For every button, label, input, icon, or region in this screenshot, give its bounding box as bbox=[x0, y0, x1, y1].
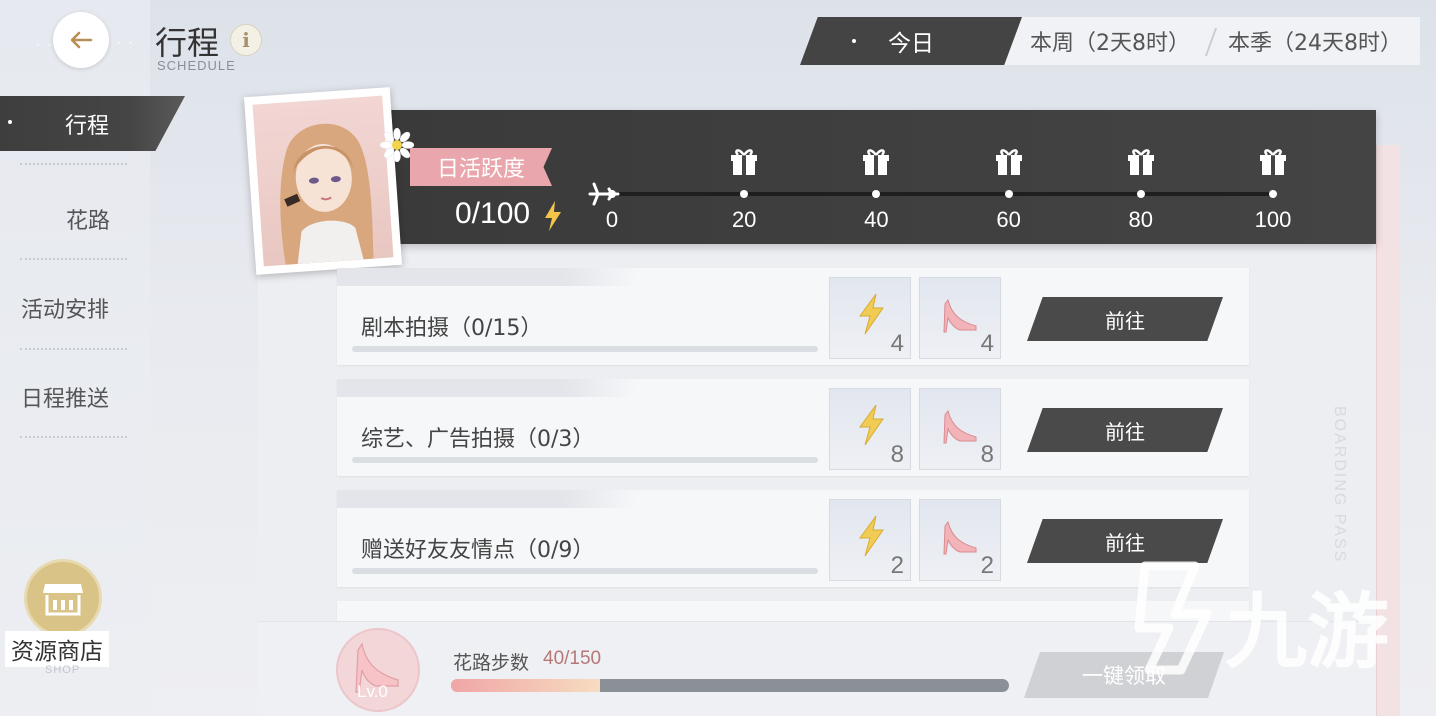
task-progress-bar bbox=[352, 568, 818, 574]
reward-count: 2 bbox=[980, 552, 994, 579]
activity-label: 日活跃度 bbox=[410, 148, 552, 186]
milestone-dot bbox=[608, 190, 616, 198]
go-button[interactable]: 前往 bbox=[1027, 297, 1223, 341]
high-heel-icon bbox=[943, 298, 977, 333]
shop-button[interactable] bbox=[24, 559, 102, 637]
high-heel-icon bbox=[943, 409, 977, 444]
milestone-label: 20 bbox=[731, 207, 757, 232]
lightning-icon bbox=[859, 293, 884, 335]
back-arrow-icon bbox=[70, 31, 93, 49]
tab-today[interactable]: 今日 bbox=[800, 17, 1022, 65]
gift-icon[interactable] bbox=[860, 146, 892, 176]
tab-label: 今日 bbox=[888, 31, 934, 57]
milestone-dot bbox=[1269, 190, 1277, 198]
tab-season[interactable]: 本季（24天8时） bbox=[1228, 17, 1402, 65]
steps-label: 花路步数 bbox=[453, 652, 530, 674]
tab-week[interactable]: 本周（2天8时） bbox=[1030, 17, 1190, 65]
level-text: Lv.0 bbox=[357, 682, 388, 701]
row-strip bbox=[337, 268, 637, 286]
milestone-dot bbox=[1004, 190, 1013, 198]
reward-item[interactable]: 4 bbox=[919, 277, 1001, 359]
task-progress-bar bbox=[352, 457, 818, 463]
reward-count: 4 bbox=[980, 330, 994, 357]
sidebar-item-push[interactable]: 日程推送 bbox=[0, 377, 150, 417]
reward-item[interactable]: 8 bbox=[829, 388, 911, 470]
row-strip bbox=[337, 490, 637, 508]
task-name: 剧本拍摄（0/15） bbox=[361, 316, 543, 341]
activity-track bbox=[612, 192, 1274, 196]
reward-count: 8 bbox=[890, 441, 904, 468]
high-heel-icon bbox=[943, 520, 977, 555]
shop-label[interactable]: 资源商店 bbox=[5, 631, 109, 667]
back-button[interactable] bbox=[53, 12, 109, 68]
active-dot bbox=[852, 39, 856, 43]
gift-icon[interactable] bbox=[1125, 146, 1157, 176]
sidebar-item-events[interactable]: 活动安排 bbox=[0, 288, 150, 328]
task-progress-bar bbox=[352, 346, 818, 352]
milestone-label: 100 bbox=[1254, 207, 1292, 232]
info-icon[interactable]: i bbox=[230, 24, 262, 56]
page-subtitle: SCHEDULE bbox=[157, 58, 236, 73]
milestone-label: 40 bbox=[864, 207, 889, 232]
active-dot bbox=[8, 120, 12, 124]
reward-item[interactable]: 8 bbox=[919, 388, 1001, 470]
steps-progress-bar bbox=[451, 679, 1009, 692]
gift-icon[interactable] bbox=[993, 146, 1025, 176]
row-strip bbox=[337, 379, 637, 397]
gift-icon[interactable] bbox=[728, 146, 760, 176]
task-row: 综艺、广告拍摄（0/3） 8 8 前往 bbox=[337, 379, 1249, 476]
steps-value: 40/150 bbox=[543, 648, 602, 669]
boarding-pass-text: BOARDING PASS bbox=[1331, 406, 1348, 564]
steps-progress-fill bbox=[451, 679, 600, 692]
decor-dots: · · bbox=[36, 38, 54, 52]
milestone-label: 60 bbox=[996, 207, 1021, 232]
activity-value: 0/100 bbox=[455, 197, 531, 230]
lightning-icon bbox=[859, 515, 884, 557]
reward-item[interactable]: 2 bbox=[829, 499, 911, 581]
task-name: 赠送好友友情点（0/9） bbox=[361, 538, 595, 563]
tab-label: 本季（24天8时） bbox=[1228, 31, 1402, 56]
reward-count: 8 bbox=[980, 441, 994, 468]
watermark-text: 九游 bbox=[1225, 585, 1389, 680]
sidebar-item-label: 行程 bbox=[65, 113, 110, 139]
sidebar-item-label: 活动安排 bbox=[21, 298, 110, 323]
sidebar-item-schedule[interactable]: 行程 bbox=[0, 96, 185, 151]
gift-icon[interactable] bbox=[1257, 146, 1289, 176]
milestone-dot bbox=[1136, 190, 1145, 198]
task-name: 综艺、广告拍摄（0/3） bbox=[361, 427, 595, 452]
go-button[interactable]: 前往 bbox=[1027, 408, 1223, 452]
divider bbox=[20, 348, 127, 350]
decor-dots: · · bbox=[117, 36, 135, 50]
sidebar-item-label: 日程推送 bbox=[21, 387, 110, 412]
reward-count: 4 bbox=[890, 330, 904, 357]
sidebar-item-label: 花路 bbox=[66, 209, 111, 234]
reward-count: 2 bbox=[890, 552, 904, 579]
divider bbox=[20, 258, 127, 260]
milestone-label: 0 bbox=[605, 207, 619, 232]
lightning-icon bbox=[859, 404, 884, 446]
milestone-label: 80 bbox=[1128, 207, 1154, 232]
tab-label: 本周（2天8时） bbox=[1030, 31, 1190, 56]
task-row: 剧本拍摄（0/15） 4 4 前往 bbox=[337, 268, 1249, 365]
character-portrait bbox=[243, 87, 403, 275]
divider bbox=[20, 163, 127, 165]
watermark-logo: 九游 bbox=[1134, 561, 1389, 680]
daisy-icon bbox=[380, 128, 414, 162]
character-illustration bbox=[280, 123, 374, 265]
shop-icon bbox=[43, 584, 83, 616]
divider bbox=[20, 436, 127, 438]
reward-item[interactable]: 4 bbox=[829, 277, 911, 359]
sidebar-item-flower-road[interactable]: 花路 bbox=[0, 199, 150, 239]
shop-sublabel: SHOP bbox=[45, 664, 81, 676]
task-row: 赠送好友友情点（0/9） 2 2 前往 bbox=[337, 490, 1249, 587]
reward-item[interactable]: 2 bbox=[919, 499, 1001, 581]
lightning-icon bbox=[545, 201, 561, 231]
